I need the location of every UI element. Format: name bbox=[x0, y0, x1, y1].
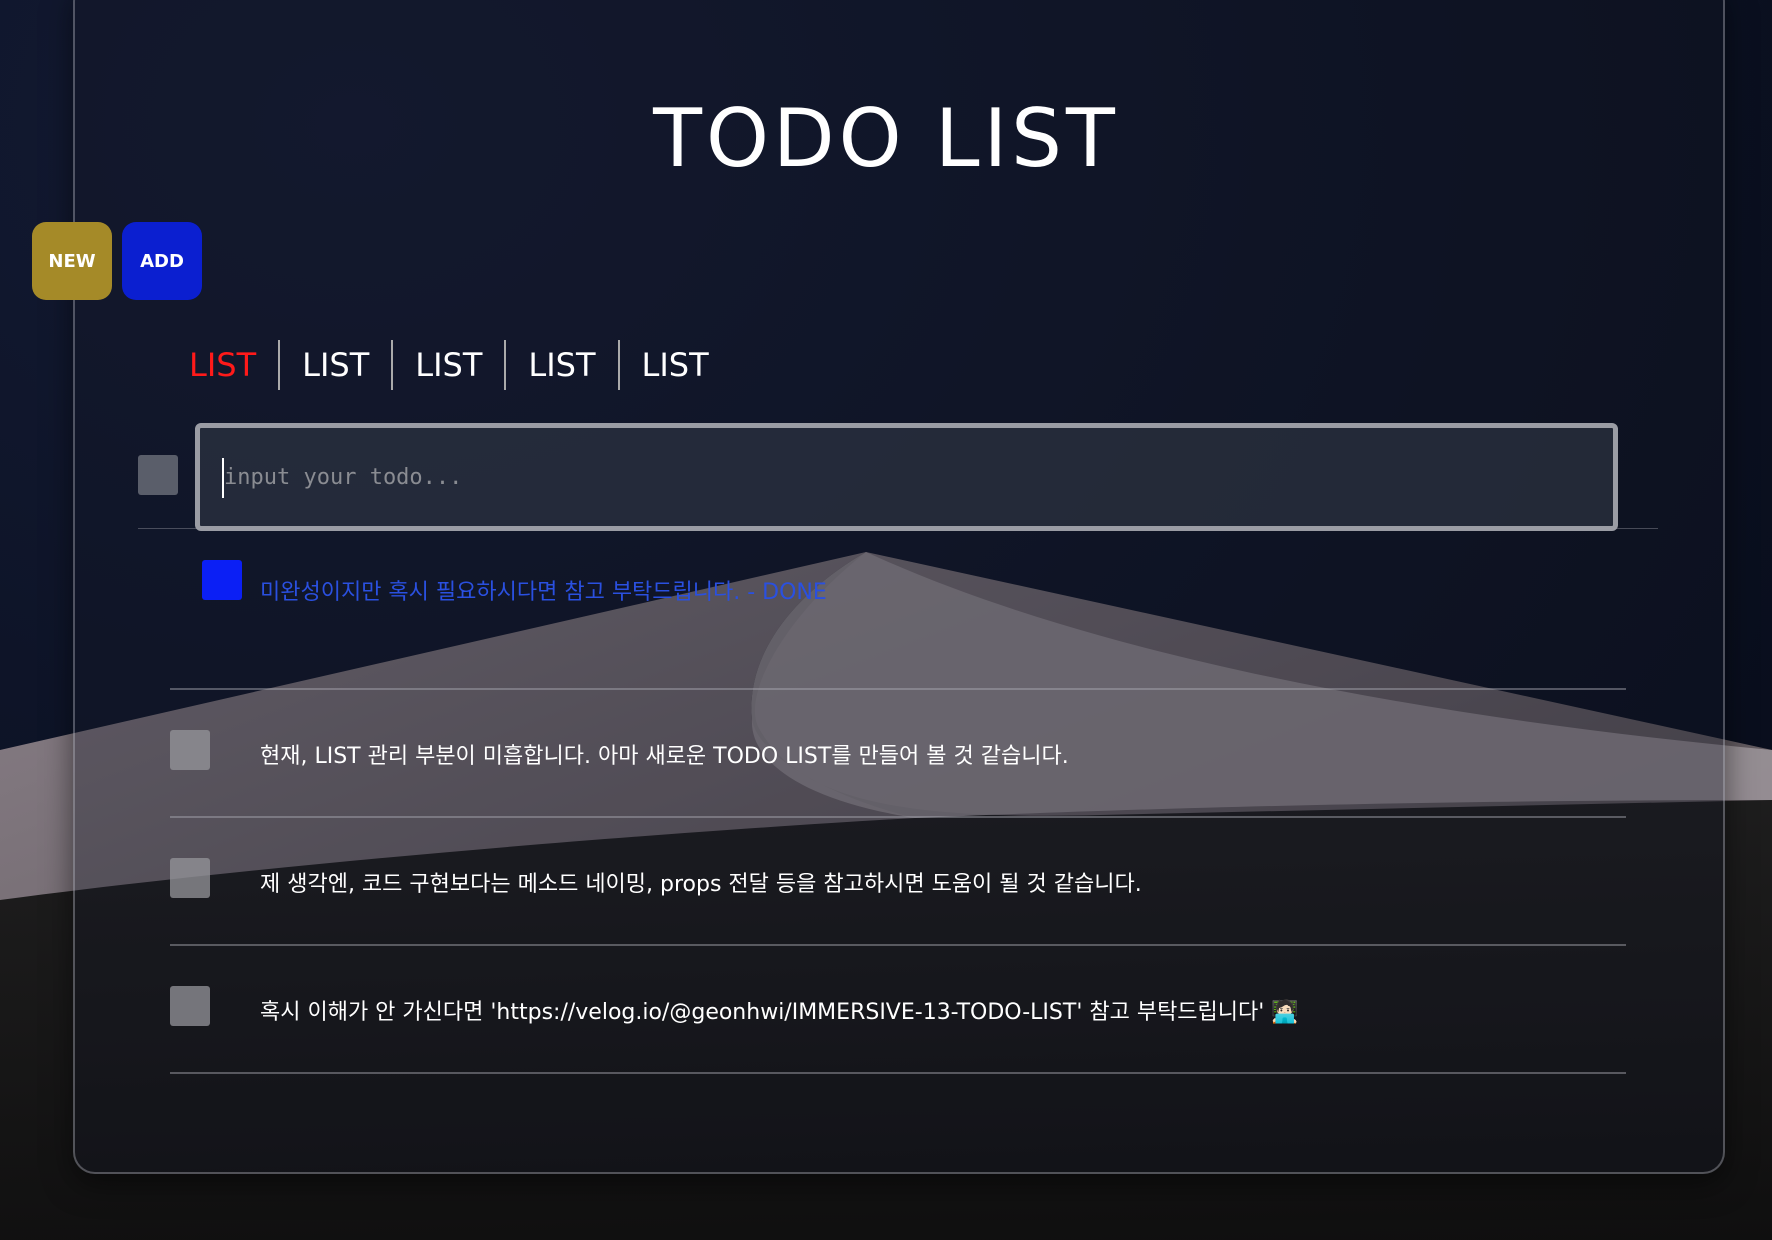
todo-text[interactable]: 현재, LIST 관리 부분이 미흡합니다. 아마 새로운 TODO LIST를… bbox=[260, 738, 1069, 770]
text-cursor bbox=[222, 458, 224, 498]
todo-checkbox[interactable] bbox=[170, 730, 210, 770]
toggle-all-checkbox[interactable] bbox=[138, 455, 178, 495]
todo-text[interactable]: 제 생각엔, 코드 구현보다는 메소드 네이밍, props 전달 등을 참고하… bbox=[260, 866, 1142, 898]
todo-checkbox[interactable] bbox=[170, 986, 210, 1026]
todo-checkbox[interactable] bbox=[202, 560, 242, 600]
todo-item: 혹시 이해가 안 가신다면 'https://velog.io/@geonhwi… bbox=[170, 944, 1626, 1074]
page-title: TODO LIST bbox=[653, 92, 1119, 185]
new-button[interactable]: NEW bbox=[32, 222, 112, 300]
tab-list-3[interactable]: LIST bbox=[391, 340, 504, 390]
tab-list-2[interactable]: LIST bbox=[278, 340, 391, 390]
tab-list-4[interactable]: LIST bbox=[504, 340, 617, 390]
divider bbox=[138, 528, 1658, 529]
todo-item: 미완성이지만 혹시 필요하시다면 참고 부탁드립니다. - DONE bbox=[170, 560, 1626, 690]
todo-item: 제 생각엔, 코드 구현보다는 메소드 네이밍, props 전달 등을 참고하… bbox=[170, 816, 1626, 946]
add-button[interactable]: ADD bbox=[122, 222, 202, 300]
todo-checkbox[interactable] bbox=[170, 858, 210, 898]
todo-text[interactable]: 미완성이지만 혹시 필요하시다면 참고 부탁드립니다. - DONE bbox=[260, 574, 827, 606]
todo-input-box bbox=[195, 423, 1618, 531]
todo-text[interactable]: 혹시 이해가 안 가신다면 'https://velog.io/@geonhwi… bbox=[260, 994, 1299, 1026]
tab-list-5[interactable]: LIST bbox=[617, 340, 731, 390]
list-tabs: LIST LIST LIST LIST LIST bbox=[189, 340, 731, 390]
tab-list-1[interactable]: LIST bbox=[189, 340, 278, 390]
todo-item: 현재, LIST 관리 부분이 미흡합니다. 아마 새로운 TODO LIST를… bbox=[170, 688, 1626, 818]
todo-input[interactable] bbox=[200, 428, 1613, 526]
